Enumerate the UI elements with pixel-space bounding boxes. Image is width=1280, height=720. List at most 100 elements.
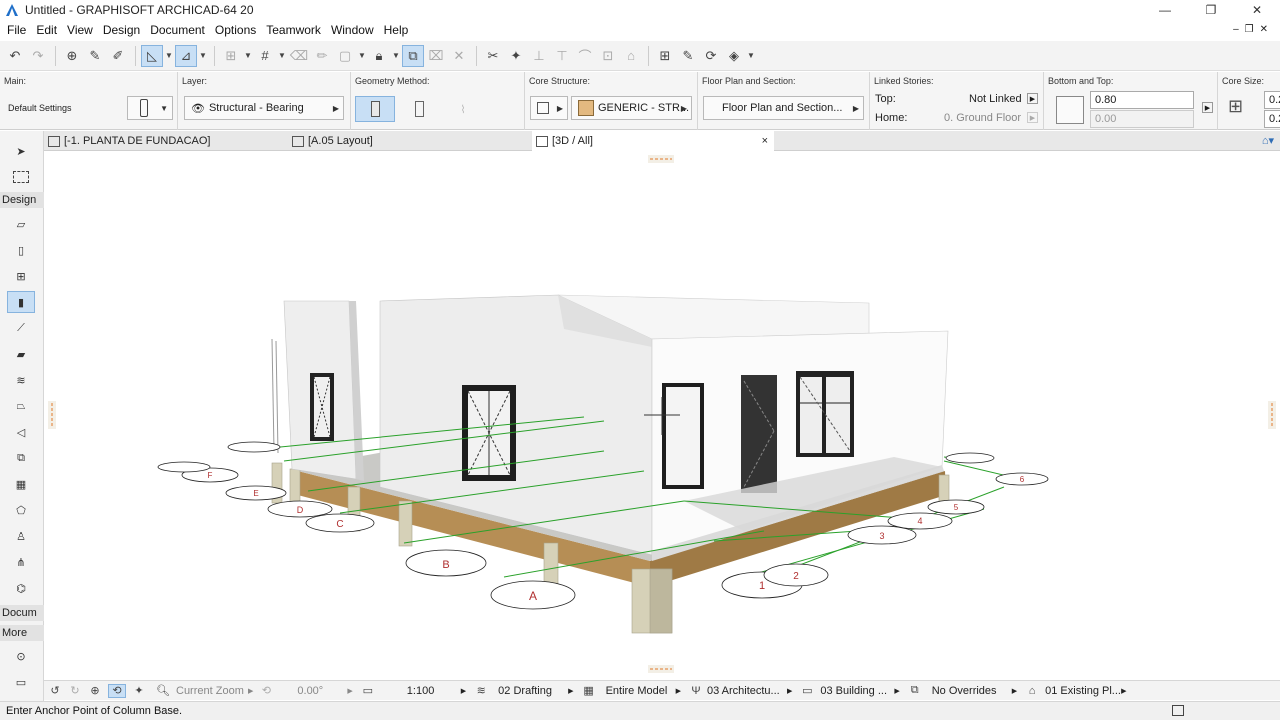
grid-marker-5[interactable]: 5 bbox=[927, 499, 985, 515]
redo-zoom-icon[interactable]: ↻ bbox=[68, 684, 82, 698]
redo-icon[interactable]: ↷ bbox=[27, 45, 49, 67]
undo-icon[interactable]: ↶ bbox=[4, 45, 26, 67]
grid-marker-4[interactable]: 4 bbox=[887, 512, 953, 530]
grid-snap-icon[interactable]: # bbox=[254, 45, 276, 67]
orbit-icon[interactable]: ⟲ bbox=[108, 683, 126, 698]
menu-teamwork[interactable]: Teamwork bbox=[261, 23, 326, 37]
stair-tool-icon[interactable]: ≋ bbox=[7, 369, 35, 391]
mvo-icon[interactable]: ▭ bbox=[800, 684, 814, 698]
core-size-x-input[interactable]: 0.2 bbox=[1264, 91, 1280, 109]
render-3d-dropdown-icon[interactable]: ▼ bbox=[746, 45, 756, 67]
window-tool-icon[interactable]: ⊞ bbox=[7, 265, 35, 287]
doc-minimize-icon[interactable]: – bbox=[1233, 24, 1239, 35]
3d-viewport[interactable]: A B C D E F 1 2 3 4 5 6 bbox=[44, 151, 1280, 679]
guide-lines-icon[interactable]: ◺ bbox=[141, 44, 163, 67]
top-height-input[interactable]: 0.80 bbox=[1090, 91, 1194, 109]
grid-marker-3[interactable]: 3 bbox=[847, 525, 917, 545]
pen-set-icon[interactable]: Ψ bbox=[689, 684, 703, 698]
zoom-in-icon[interactable]: ⊕ bbox=[88, 684, 102, 698]
fillet-icon[interactable]: ⌒ bbox=[574, 45, 596, 67]
grid-marker-d[interactable]: D bbox=[267, 500, 333, 518]
menu-design[interactable]: Design bbox=[98, 23, 145, 37]
scale-icon[interactable]: ▭ bbox=[361, 684, 375, 698]
magic-wand-icon[interactable]: ✦ bbox=[505, 45, 527, 67]
close-window-button[interactable]: ✕ bbox=[1234, 0, 1280, 20]
elevation-icon[interactable]: ⊞ bbox=[654, 45, 676, 67]
toolbox-design-section[interactable]: Design bbox=[0, 192, 44, 208]
tab-options-icon[interactable]: ⌂▾ bbox=[1262, 134, 1274, 147]
bottom-height-input[interactable]: 0.00 bbox=[1090, 110, 1194, 128]
menu-file[interactable]: File bbox=[2, 23, 31, 37]
doc-restore-icon[interactable]: ❐ bbox=[1245, 24, 1254, 35]
rotate-3d-icon[interactable]: ⟳ bbox=[700, 45, 722, 67]
renovation-icon[interactable]: ⌂ bbox=[1025, 684, 1039, 698]
model-view-options-select[interactable]: 03 Building ... bbox=[820, 685, 894, 697]
pencil-icon[interactable]: ✏ bbox=[311, 45, 333, 67]
door-tool-icon[interactable]: ▯ bbox=[7, 239, 35, 261]
geometry-custom-button[interactable]: ⌇ bbox=[443, 96, 483, 122]
menu-view[interactable]: View bbox=[62, 23, 98, 37]
close-tab-icon[interactable]: × bbox=[762, 135, 768, 147]
graphic-override-icon[interactable]: ⧉ bbox=[908, 684, 922, 698]
arrow-select-icon[interactable]: ➤ bbox=[7, 140, 35, 162]
pen-set-select[interactable]: 03 Architectu... bbox=[707, 685, 787, 697]
favorites-button[interactable]: ▼ bbox=[127, 96, 173, 120]
roof-tool-icon[interactable]: ⏢ bbox=[7, 395, 35, 417]
hotspot-tool-icon[interactable]: ⊙ bbox=[7, 645, 35, 667]
menu-document[interactable]: Document bbox=[145, 23, 210, 37]
slab-tool-icon[interactable]: ▰ bbox=[7, 343, 35, 365]
snap-guides-icon[interactable]: ⊿ bbox=[175, 44, 197, 67]
snap-guides-dropdown-icon[interactable]: ▼ bbox=[198, 45, 208, 67]
offset-icon[interactable]: ⊥ bbox=[528, 45, 550, 67]
layer-select[interactable]: 👁︎ Structural - Bearing ▶ bbox=[184, 96, 344, 120]
grid-marker-c[interactable]: C bbox=[305, 513, 375, 533]
mvo-arrow-icon[interactable]: ▶ bbox=[894, 687, 899, 695]
pen-set-arrow-icon[interactable]: ▶ bbox=[787, 687, 792, 695]
renovation-arrow-icon[interactable]: ▶ bbox=[1121, 687, 1126, 695]
zoom-arrow-icon[interactable]: ▶ bbox=[248, 687, 253, 695]
doc-close-icon[interactable]: ✕ bbox=[1260, 24, 1268, 35]
top-linked-value[interactable]: Not Linked bbox=[969, 93, 1022, 105]
zoom-magnifier-icon[interactable]: 🔍︎ bbox=[156, 684, 170, 698]
snap-points-icon[interactable]: ⊞ bbox=[220, 45, 242, 67]
toolbox-document-section[interactable]: Docum bbox=[0, 605, 44, 621]
layer-combo-icon[interactable]: ≋ bbox=[474, 684, 488, 698]
graphic-overrides-select[interactable]: No Overrides bbox=[932, 685, 1012, 697]
3d-model-canvas[interactable]: A B C D E F 1 2 3 4 5 6 bbox=[44, 151, 1280, 679]
tab-floor-plan[interactable]: [-1. PLANTA DE FUNDACAO] bbox=[44, 131, 288, 151]
menu-options[interactable]: Options bbox=[210, 23, 261, 37]
menu-edit[interactable]: Edit bbox=[31, 23, 62, 37]
viewport-handle-bottom[interactable] bbox=[648, 665, 674, 673]
scale-arrow-icon[interactable]: ▶ bbox=[461, 687, 466, 695]
eraser-icon[interactable]: ⌫ bbox=[288, 45, 310, 67]
inject-parameters-icon[interactable]: ✐ bbox=[107, 45, 129, 67]
intersect-icon[interactable]: ⊡ bbox=[597, 45, 619, 67]
lock-dropdown-icon[interactable]: ▼ bbox=[391, 45, 401, 67]
geometry-slanted-button[interactable] bbox=[399, 96, 439, 122]
viewport-handle-left[interactable] bbox=[48, 401, 56, 429]
railing-tool-icon[interactable]: ⋔ bbox=[7, 551, 35, 573]
height-arrow-icon[interactable]: ▶ bbox=[1202, 102, 1213, 113]
model-view-icon[interactable]: ▦ bbox=[582, 684, 596, 698]
overrides-arrow-icon[interactable]: ▶ bbox=[1012, 687, 1017, 695]
adjust-icon[interactable]: ⊤ bbox=[551, 45, 573, 67]
close-small-icon[interactable]: ✕ bbox=[448, 45, 470, 67]
menu-window[interactable]: Window bbox=[326, 23, 379, 37]
figure-tool-icon[interactable]: ▭ bbox=[7, 671, 35, 693]
grid-marker-e[interactable]: E bbox=[225, 485, 287, 501]
viewport-handle-top[interactable] bbox=[648, 155, 674, 163]
minimize-button[interactable]: — bbox=[1142, 0, 1188, 20]
layer-box-icon[interactable]: ▢ bbox=[334, 45, 356, 67]
core-type-button[interactable]: ▶ bbox=[530, 96, 568, 120]
menu-help[interactable]: Help bbox=[379, 23, 414, 37]
edit-3d-icon[interactable]: ✎ bbox=[677, 45, 699, 67]
roof-trim-icon[interactable]: ⌂ bbox=[620, 45, 642, 67]
render-3d-icon[interactable]: ◈ bbox=[723, 45, 745, 67]
pick-up-parameters-icon[interactable]: ✎ bbox=[84, 45, 106, 67]
viewport-handle-right[interactable] bbox=[1268, 401, 1276, 429]
suspend-groups-icon[interactable]: ⧉ bbox=[402, 44, 424, 67]
marquee-icon[interactable] bbox=[7, 166, 35, 188]
shell-tool-icon[interactable]: ◁ bbox=[7, 421, 35, 443]
wall-tool-icon[interactable]: ▱ bbox=[7, 213, 35, 235]
tab-3d[interactable]: [3D / All] × bbox=[532, 131, 774, 151]
